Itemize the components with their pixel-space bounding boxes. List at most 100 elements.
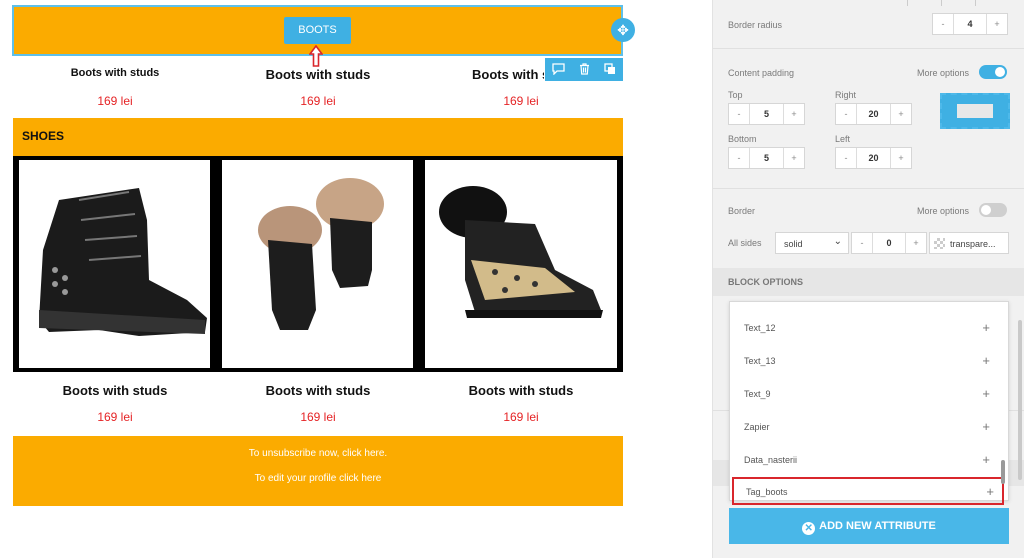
border-more-options-toggle[interactable]	[979, 203, 1007, 217]
padding-preview	[940, 93, 1010, 129]
dropdown-scrollbar[interactable]	[1001, 460, 1005, 484]
product-image-2[interactable]	[216, 156, 419, 372]
edit-profile-link[interactable]: To edit your profile click here	[13, 473, 623, 484]
plus-icon[interactable]: +	[982, 320, 990, 335]
product-price-3: 169 lei	[503, 410, 539, 424]
copy-icon[interactable]	[597, 58, 623, 81]
product-image-3[interactable]	[419, 156, 623, 372]
border-radius-value[interactable]: 4	[953, 14, 987, 34]
padding-left-label: Left	[835, 134, 851, 144]
block-options-label: BLOCK OPTIONS	[728, 277, 804, 287]
decrement-button[interactable]: -	[729, 104, 749, 124]
block-options-header[interactable]: BLOCK OPTIONS	[713, 268, 1024, 296]
more-options-label: More options	[917, 68, 970, 78]
padding-bottom-stepper[interactable]: - 5 +	[728, 147, 805, 169]
padding-right-value[interactable]: 20	[856, 104, 891, 124]
plus-icon[interactable]: +	[986, 484, 994, 499]
black-boot-icon	[39, 188, 207, 336]
all-sides-label: All sides	[728, 238, 762, 248]
border-style-select[interactable]: solid ⌄	[775, 232, 849, 254]
arrow-up-icon	[309, 45, 323, 67]
add-new-attribute-button[interactable]: ✕ ADD NEW ATTRIBUTE	[729, 508, 1009, 544]
add-new-attribute-label: ADD NEW ATTRIBUTE	[819, 520, 936, 532]
attribute-item-highlighted[interactable]: Tag_boots +	[732, 477, 1004, 505]
top-product-price-1: 169 lei	[97, 94, 133, 108]
transparent-swatch-icon	[934, 238, 945, 249]
fur-boots-icon	[258, 178, 384, 330]
move-handle-icon[interactable]: ✥	[611, 18, 635, 42]
trash-icon[interactable]	[571, 58, 597, 81]
leopard-boot-icon	[439, 186, 603, 318]
top-product-price-3: 169 lei	[503, 94, 539, 108]
settings-panel: Border radius - 4 + Content padding More…	[712, 0, 1024, 558]
top-divider	[975, 0, 976, 6]
decrement-button[interactable]: -	[933, 14, 953, 34]
unsubscribe-link[interactable]: To unsubscribe now, click here.	[13, 448, 623, 459]
top-product-name-3: Boots with s	[472, 67, 544, 82]
increment-button[interactable]: +	[784, 104, 804, 124]
decrement-button[interactable]: -	[852, 233, 872, 253]
footer-block[interactable]	[13, 436, 623, 506]
panel-scrollbar[interactable]	[1018, 320, 1022, 480]
padding-top-value[interactable]: 5	[749, 104, 784, 124]
add-circle-icon: ✕	[802, 522, 816, 535]
plus-icon[interactable]: +	[982, 386, 990, 401]
border-radius-label: Border radius	[728, 20, 783, 30]
padding-bottom-label: Bottom	[728, 134, 757, 144]
block-toolbar	[545, 58, 623, 81]
section-title: SHOES	[22, 129, 65, 143]
divider	[713, 188, 1024, 189]
attribute-item[interactable]: Text_9 +	[730, 382, 1008, 406]
comment-icon[interactable]	[545, 58, 571, 81]
plus-icon[interactable]: +	[982, 452, 990, 467]
padding-right-stepper[interactable]: - 20 +	[835, 103, 912, 125]
attribute-dropdown[interactable]: Text_12 + Text_13 + Text_9 + Zapier + Data_n…	[729, 301, 1009, 505]
product-image-1[interactable]	[13, 156, 216, 372]
product-price-1: 169 lei	[97, 410, 133, 424]
border-more-options-label: More options	[917, 206, 970, 216]
increment-button[interactable]: +	[987, 14, 1007, 34]
increment-button[interactable]: +	[906, 233, 926, 253]
attribute-item[interactable]: Text_13 +	[730, 349, 1008, 373]
padding-bottom-value[interactable]: 5	[749, 148, 784, 168]
border-color-value: transpare...	[950, 239, 996, 249]
product-name-1: Boots with studs	[62, 383, 168, 398]
padding-right-label: Right	[835, 90, 857, 100]
increment-button[interactable]: +	[784, 148, 804, 168]
padding-top-stepper[interactable]: - 5 +	[728, 103, 805, 125]
padding-left-stepper[interactable]: - 20 +	[835, 147, 912, 169]
top-divider	[941, 0, 942, 6]
increment-button[interactable]: +	[891, 104, 911, 124]
section-header[interactable]	[13, 118, 623, 156]
divider	[713, 48, 1024, 49]
top-product-price-2: 169 lei	[300, 94, 336, 108]
product-name-2: Boots with studs	[265, 383, 371, 398]
plus-icon[interactable]: +	[982, 419, 990, 434]
padding-more-options-toggle[interactable]	[979, 65, 1007, 79]
attribute-item[interactable]: Data_nasterii +	[730, 448, 1008, 472]
border-width-value[interactable]: 0	[872, 233, 906, 253]
content-padding-label: Content padding	[728, 68, 795, 78]
border-width-stepper[interactable]: - 0 +	[851, 232, 927, 254]
border-radius-stepper[interactable]: - 4 +	[932, 13, 1008, 35]
attribute-item[interactable]: Zapier +	[730, 415, 1008, 439]
padding-top-label: Top	[728, 90, 743, 100]
top-product-name-1: Boots with studs	[70, 67, 160, 79]
chevron-down-icon: ⌄	[833, 236, 842, 247]
boots-button[interactable]: BOOTS	[284, 17, 351, 44]
border-label: Border	[728, 206, 756, 216]
attribute-item[interactable]: Text_12 +	[730, 316, 1008, 340]
top-divider	[907, 0, 908, 6]
decrement-button[interactable]: -	[836, 148, 856, 168]
decrement-button[interactable]: -	[729, 148, 749, 168]
border-color-picker[interactable]: transpare...	[929, 232, 1009, 254]
email-canvas: BOOTS ✥ Boots with studs Boots with stud…	[0, 0, 712, 558]
increment-button[interactable]: +	[891, 148, 911, 168]
border-style-value: solid	[784, 239, 803, 249]
padding-left-value[interactable]: 20	[856, 148, 891, 168]
product-price-2: 169 lei	[300, 410, 336, 424]
plus-icon[interactable]: +	[982, 353, 990, 368]
product-name-3: Boots with studs	[468, 383, 574, 398]
top-product-name-2: Boots with studs	[265, 67, 371, 82]
decrement-button[interactable]: -	[836, 104, 856, 124]
